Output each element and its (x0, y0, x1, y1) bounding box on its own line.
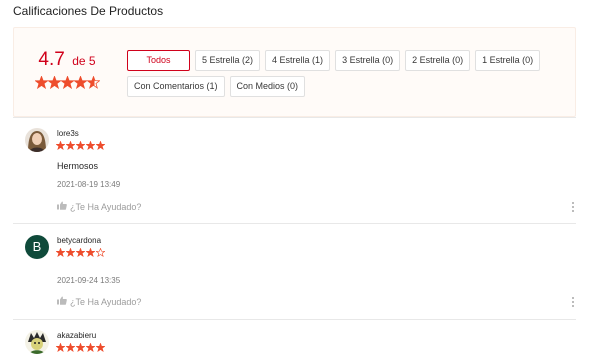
avatar[interactable]: B (25, 235, 49, 259)
star-icon (76, 248, 85, 257)
star-icon (47, 76, 61, 89)
star-icon (66, 248, 75, 257)
star-icon (96, 343, 105, 352)
helpful-button[interactable]: ¿Te Ha Ayudado? (57, 296, 141, 307)
avatar[interactable] (25, 128, 49, 152)
star-icon (56, 248, 65, 257)
review-text: Hermosos (57, 161, 99, 171)
filter-button[interactable]: 3 Estrella (0) (335, 50, 401, 71)
star-icon (86, 248, 95, 257)
thumbs-up-icon (57, 296, 67, 307)
review-date: 2021-09-24 13:35 (57, 276, 121, 285)
review-item: lore3s Hermosos 2021-08-19 13:49 ¿Te Ha … (25, 128, 578, 223)
filter-button[interactable]: Todos (127, 50, 190, 71)
helpful-button[interactable]: ¿Te Ha Ayudado? (57, 201, 141, 212)
star-icon (56, 343, 65, 352)
filter-button[interactable]: 2 Estrella (0) (405, 50, 471, 71)
review-author[interactable]: lore3s (57, 129, 79, 138)
filter-button[interactable]: 5 Estrella (2) (195, 50, 261, 71)
divider (13, 223, 576, 224)
review-item: B betycardona 2021-09-24 13:35 ¿Te Ha Ay… (25, 235, 578, 315)
more-options-icon[interactable] (571, 202, 575, 212)
star-icon (73, 76, 87, 89)
review-date: 2021-08-19 13:49 (57, 180, 121, 189)
thumbs-up-icon (57, 201, 67, 212)
more-options-icon[interactable] (571, 297, 575, 307)
review-author[interactable]: akazabieru (57, 331, 96, 340)
star-icon (96, 141, 105, 150)
filter-button[interactable]: 1 Estrella (0) (475, 50, 541, 71)
filter-button[interactable]: Con Comentarios (1) (127, 76, 225, 97)
star-icon (34, 76, 48, 89)
review-author[interactable]: betycardona (57, 236, 101, 245)
rating-summary: 4.7 de 5 Todos 5 Estrella (2) 4 Estrella (… (13, 27, 576, 117)
star-outline-icon (96, 248, 105, 257)
review-item: akazabieru (25, 330, 578, 363)
filter-button[interactable]: Con Medios (0) (229, 76, 306, 97)
star-half-icon (86, 76, 100, 89)
avatar[interactable] (25, 330, 49, 354)
star-icon (66, 141, 75, 150)
score-stars (33, 76, 101, 89)
rating-filters: Todos 5 Estrella (2) 4 Estrella (1) 3 Estre… (127, 50, 567, 102)
score-out-of: de 5 (72, 54, 96, 68)
review-stars (56, 343, 105, 352)
filter-button[interactable]: 4 Estrella (1) (265, 50, 331, 71)
star-icon (76, 343, 85, 352)
star-icon (66, 343, 75, 352)
score-value: 4.7 (38, 49, 65, 70)
overall-score: 4.7 de 5 (33, 49, 101, 89)
helpful-label: ¿Te Ha Ayudado? (70, 201, 142, 212)
helpful-label: ¿Te Ha Ayudado? (70, 296, 142, 307)
star-icon (76, 141, 85, 150)
review-stars (56, 141, 105, 150)
review-stars (56, 248, 105, 257)
divider (13, 117, 576, 118)
star-icon (56, 141, 65, 150)
star-icon (86, 343, 95, 352)
divider (13, 319, 576, 320)
section-title: Calificaciones De Productos (13, 4, 164, 18)
star-icon (86, 141, 95, 150)
star-icon (60, 76, 74, 89)
